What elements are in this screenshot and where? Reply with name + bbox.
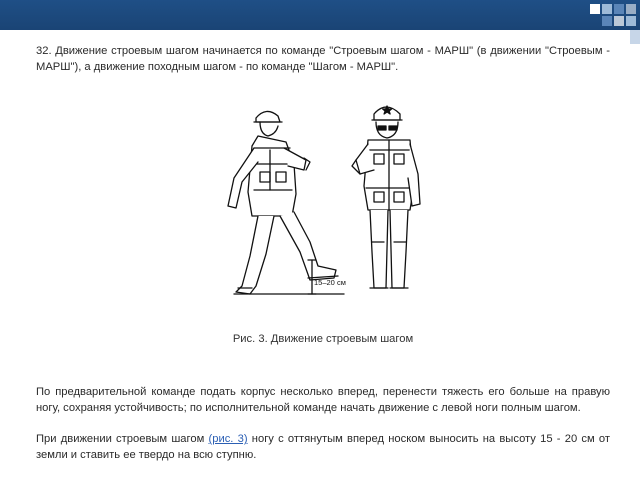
marching-soldier-side: [227, 110, 345, 295]
square-icon: [590, 4, 600, 14]
figure-reference-link[interactable]: (рис. 3): [209, 433, 248, 445]
square-icon: [614, 4, 624, 14]
soldiers-illustration: 15–20 см: [227, 105, 421, 295]
figure-caption: Рис. 3. Движение строевым шагом: [232, 333, 414, 345]
header-bar: [0, 0, 640, 30]
square-icon: [626, 4, 636, 14]
decorative-squares: [590, 4, 636, 28]
standing-soldier-front: [351, 105, 421, 289]
square-icon: [602, 16, 612, 26]
paragraph-step-height: При движении строевым шагом (рис. 3) ног…: [36, 431, 610, 463]
measure-label: 15–20 см: [314, 278, 346, 287]
paragraph-step-text-start: При движении строевым шагом: [36, 433, 209, 446]
header-accent: [630, 30, 640, 44]
paragraph-preliminary: По предварительной команде подать корпус…: [36, 386, 610, 415]
square-icon: [614, 16, 624, 26]
marching-figure: 15–20 см: [200, 92, 440, 307]
square-icon: [626, 16, 636, 26]
square-icon: [602, 4, 612, 14]
paragraph-command: 32. Движение строевым шагом начинается п…: [36, 45, 610, 74]
